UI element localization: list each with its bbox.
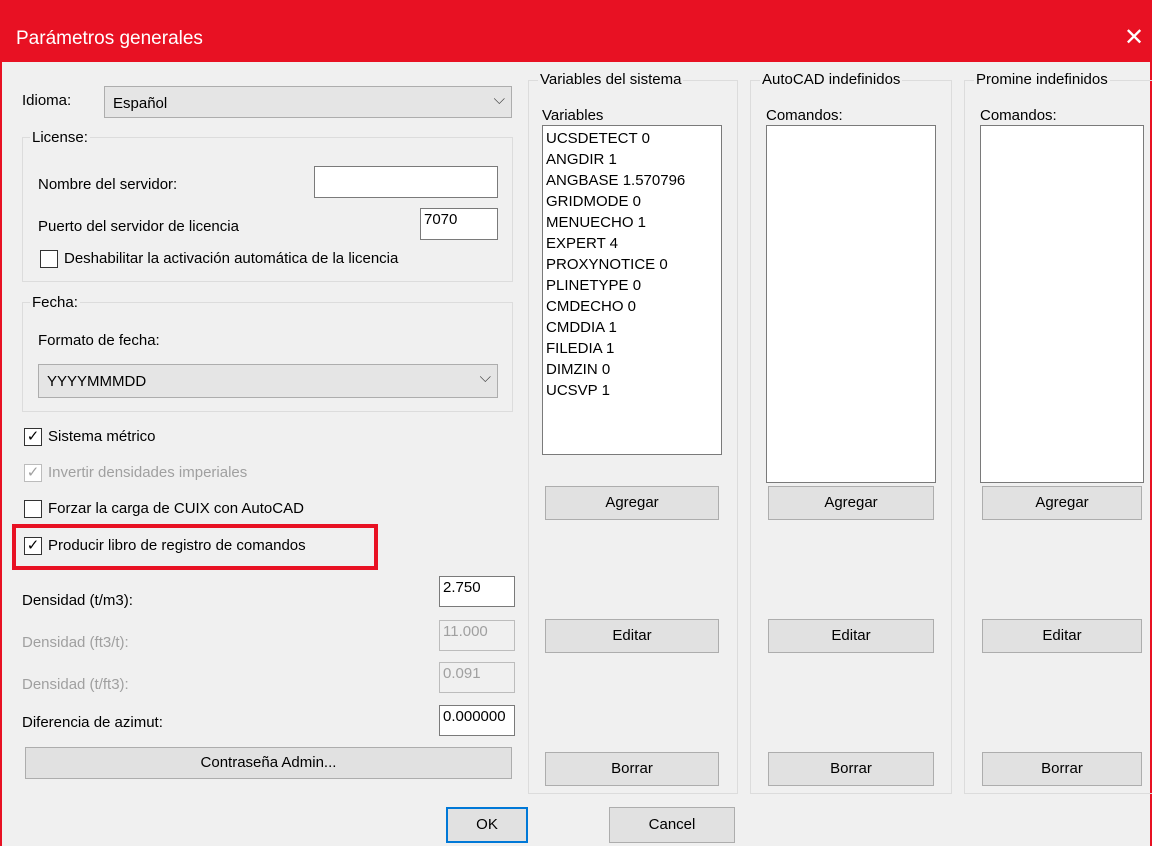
density-t-ft3-label: Densidad (t/ft3):: [22, 676, 129, 693]
title-bar: Parámetros generales ✕: [2, 0, 1152, 62]
cancel-button[interactable]: Cancel: [609, 807, 735, 843]
disable-auto-activation-checkbox[interactable]: [40, 250, 58, 268]
invert-densities-label: Invertir densidades imperiales: [48, 464, 248, 481]
density-ft3-t-label: Densidad (ft3/t):: [22, 634, 129, 651]
close-icon[interactable]: ✕: [1114, 18, 1152, 58]
system-variables-delete-button[interactable]: Borrar: [545, 752, 719, 786]
force-cuix-checkbox[interactable]: [24, 500, 42, 518]
date-format-value: YYYYMMMDD: [47, 373, 147, 390]
system-variables-list[interactable]: UCSDETECT 0 ANGDIR 1 ANGBASE 1.570796 GRIDM…: [542, 125, 722, 455]
list-item[interactable]: PROXYNOTICE 0: [546, 254, 718, 275]
language-value: Español: [113, 95, 168, 112]
list-item[interactable]: EXPERT 4: [546, 233, 718, 254]
date-format-dropdown[interactable]: YYYYMMMDD ⌵: [38, 364, 498, 398]
promine-delete-button[interactable]: Borrar: [982, 752, 1142, 786]
list-item[interactable]: CMDECHO 0: [546, 296, 718, 317]
azimuth-difference-label: Diferencia de azimut:: [22, 714, 163, 731]
metric-system-label: Sistema métrico: [48, 428, 156, 445]
density-ft3-t-input[interactable]: 11.000: [439, 620, 515, 651]
azimuth-difference-input[interactable]: 0.000000: [439, 705, 515, 736]
list-item[interactable]: UCSDETECT 0: [546, 128, 718, 149]
server-name-input[interactable]: [314, 166, 498, 198]
metric-system-checkbox[interactable]: ✓: [24, 428, 42, 446]
license-group-title: License:: [30, 129, 90, 146]
language-dropdown[interactable]: Español ⌵: [104, 86, 512, 118]
density-t-m3-label: Densidad (t/m3):: [22, 592, 133, 609]
system-variables-list-label: Variables: [542, 107, 604, 124]
list-item[interactable]: DIMZIN 0: [546, 359, 718, 380]
license-port-label: Puerto del servidor de licencia: [38, 218, 239, 235]
list-item[interactable]: ANGDIR 1: [546, 149, 718, 170]
dialog-window: Parámetros generales ✕ Idioma: Español ⌵…: [0, 0, 1152, 846]
window-title: Parámetros generales: [16, 28, 203, 49]
list-item[interactable]: MENUECHO 1: [546, 212, 718, 233]
autocad-edit-button[interactable]: Editar: [768, 619, 934, 653]
date-format-label: Formato de fecha:: [38, 332, 160, 349]
highlight-box: [12, 524, 378, 570]
density-t-m3-input[interactable]: 2.750: [439, 576, 515, 607]
autocad-undefined-title: AutoCAD indefinidos: [760, 71, 903, 88]
autocad-add-button[interactable]: Agregar: [768, 486, 934, 520]
disable-auto-activation-label: Deshabilitar la activación automática de…: [64, 250, 399, 267]
promine-add-button[interactable]: Agregar: [982, 486, 1142, 520]
date-group-title: Fecha:: [30, 294, 80, 311]
list-item[interactable]: GRIDMODE 0: [546, 191, 718, 212]
system-variables-add-button[interactable]: Agregar: [545, 486, 719, 520]
system-variables-title: Variables del sistema: [538, 71, 684, 88]
force-cuix-label: Forzar la carga de CUIX con AutoCAD: [48, 500, 304, 517]
list-item[interactable]: ANGBASE 1.570796: [546, 170, 718, 191]
list-item[interactable]: PLINETYPE 0: [546, 275, 718, 296]
density-t-ft3-input[interactable]: 0.091: [439, 662, 515, 693]
license-port-input[interactable]: 7070: [420, 208, 498, 240]
system-variables-edit-button[interactable]: Editar: [545, 619, 719, 653]
invert-densities-checkbox[interactable]: ✓: [24, 464, 42, 482]
chevron-down-icon: ⌵: [479, 369, 491, 386]
autocad-commands-label: Comandos:: [766, 107, 843, 124]
promine-undefined-title: Promine indefinidos: [974, 71, 1110, 88]
chevron-down-icon: ⌵: [493, 91, 505, 108]
server-name-label: Nombre del servidor:: [38, 176, 178, 193]
language-label: Idioma:: [22, 92, 72, 109]
promine-commands-label: Comandos:: [980, 107, 1057, 124]
admin-password-button[interactable]: Contraseña Admin...: [25, 747, 512, 779]
autocad-commands-list[interactable]: [766, 125, 936, 483]
promine-commands-list[interactable]: [980, 125, 1144, 483]
list-item[interactable]: UCSVP 1: [546, 380, 718, 401]
autocad-delete-button[interactable]: Borrar: [768, 752, 934, 786]
list-item[interactable]: FILEDIA 1: [546, 338, 718, 359]
list-item[interactable]: CMDDIA 1: [546, 317, 718, 338]
ok-button[interactable]: OK: [446, 807, 528, 843]
promine-edit-button[interactable]: Editar: [982, 619, 1142, 653]
